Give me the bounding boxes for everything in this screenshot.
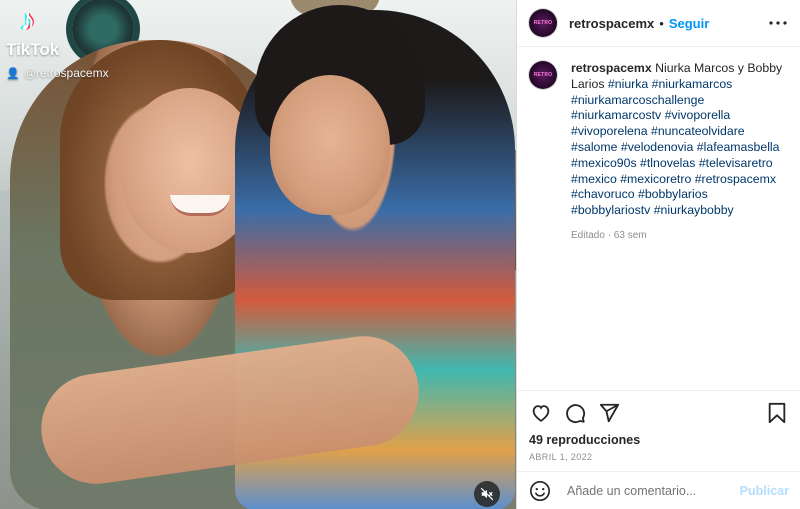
comment-icon: [566, 404, 586, 424]
caption-hashtags[interactable]: #niurka #niurkamarcos #niurkamarcoschall…: [571, 77, 780, 217]
comment-bar: Publicar: [517, 471, 800, 509]
save-button[interactable]: [765, 401, 789, 425]
share-button[interactable]: [597, 401, 621, 425]
caption-avatar[interactable]: RETRO: [529, 61, 557, 89]
avatar[interactable]: RETRO: [529, 9, 557, 37]
tiktok-icon: ♪: [20, 4, 35, 37]
bookmark-icon: [768, 402, 786, 424]
post-date[interactable]: ABRIL 1, 2022: [517, 447, 800, 462]
edited-timestamp: Editado · 63 sem: [571, 229, 647, 241]
tiktok-watermark-name: TikTok: [6, 40, 60, 59]
post-side-panel: RETRO retrospacemx • Seguir RETRO retros…: [516, 0, 800, 509]
publish-button[interactable]: Publicar: [740, 484, 789, 498]
more-icon: [769, 21, 787, 25]
separator: •: [659, 15, 664, 31]
person-right-face: [270, 75, 390, 215]
more-options-button[interactable]: [768, 13, 788, 33]
avatar-logo: RETRO: [533, 20, 553, 26]
comment-input[interactable]: [565, 482, 739, 499]
user-icon: 👤: [6, 68, 20, 80]
comment-button[interactable]: [563, 401, 587, 425]
tiktok-watermark-handle: @retrospacemx: [23, 66, 109, 80]
share-icon: [599, 403, 620, 423]
tiktok-watermark-user: 👤 @retrospacemx: [6, 66, 109, 80]
emoji-button[interactable]: [529, 480, 551, 502]
action-bar: [517, 391, 800, 435]
emoji-icon: [530, 480, 550, 501]
mute-button[interactable]: [474, 481, 500, 507]
post-caption: RETRO retrospacemx Niurka Marcos y Bobby…: [517, 47, 800, 244]
caption-body: retrospacemx Niurka Marcos y Bobby Lario…: [571, 61, 788, 244]
heart-icon: [532, 405, 550, 422]
post-header: RETRO retrospacemx • Seguir: [517, 0, 800, 47]
instagram-post: ♪ TikTok 👤 @retrospacemx RETRO retrospace…: [0, 0, 800, 509]
mute-icon: [480, 487, 494, 501]
views-count[interactable]: 49 reproducciones: [517, 433, 800, 447]
follow-button[interactable]: Seguir: [669, 16, 709, 31]
avatar-logo: RETRO: [533, 72, 553, 78]
like-button[interactable]: [529, 401, 553, 425]
header-username[interactable]: retrospacemx: [569, 16, 654, 31]
tiktok-watermark: ♪ TikTok 👤 @retrospacemx: [6, 4, 126, 84]
caption-username[interactable]: retrospacemx: [571, 61, 652, 75]
post-actions-area: 49 reproducciones ABRIL 1, 2022: [517, 390, 800, 462]
post-media[interactable]: ♪ TikTok 👤 @retrospacemx: [0, 0, 516, 509]
